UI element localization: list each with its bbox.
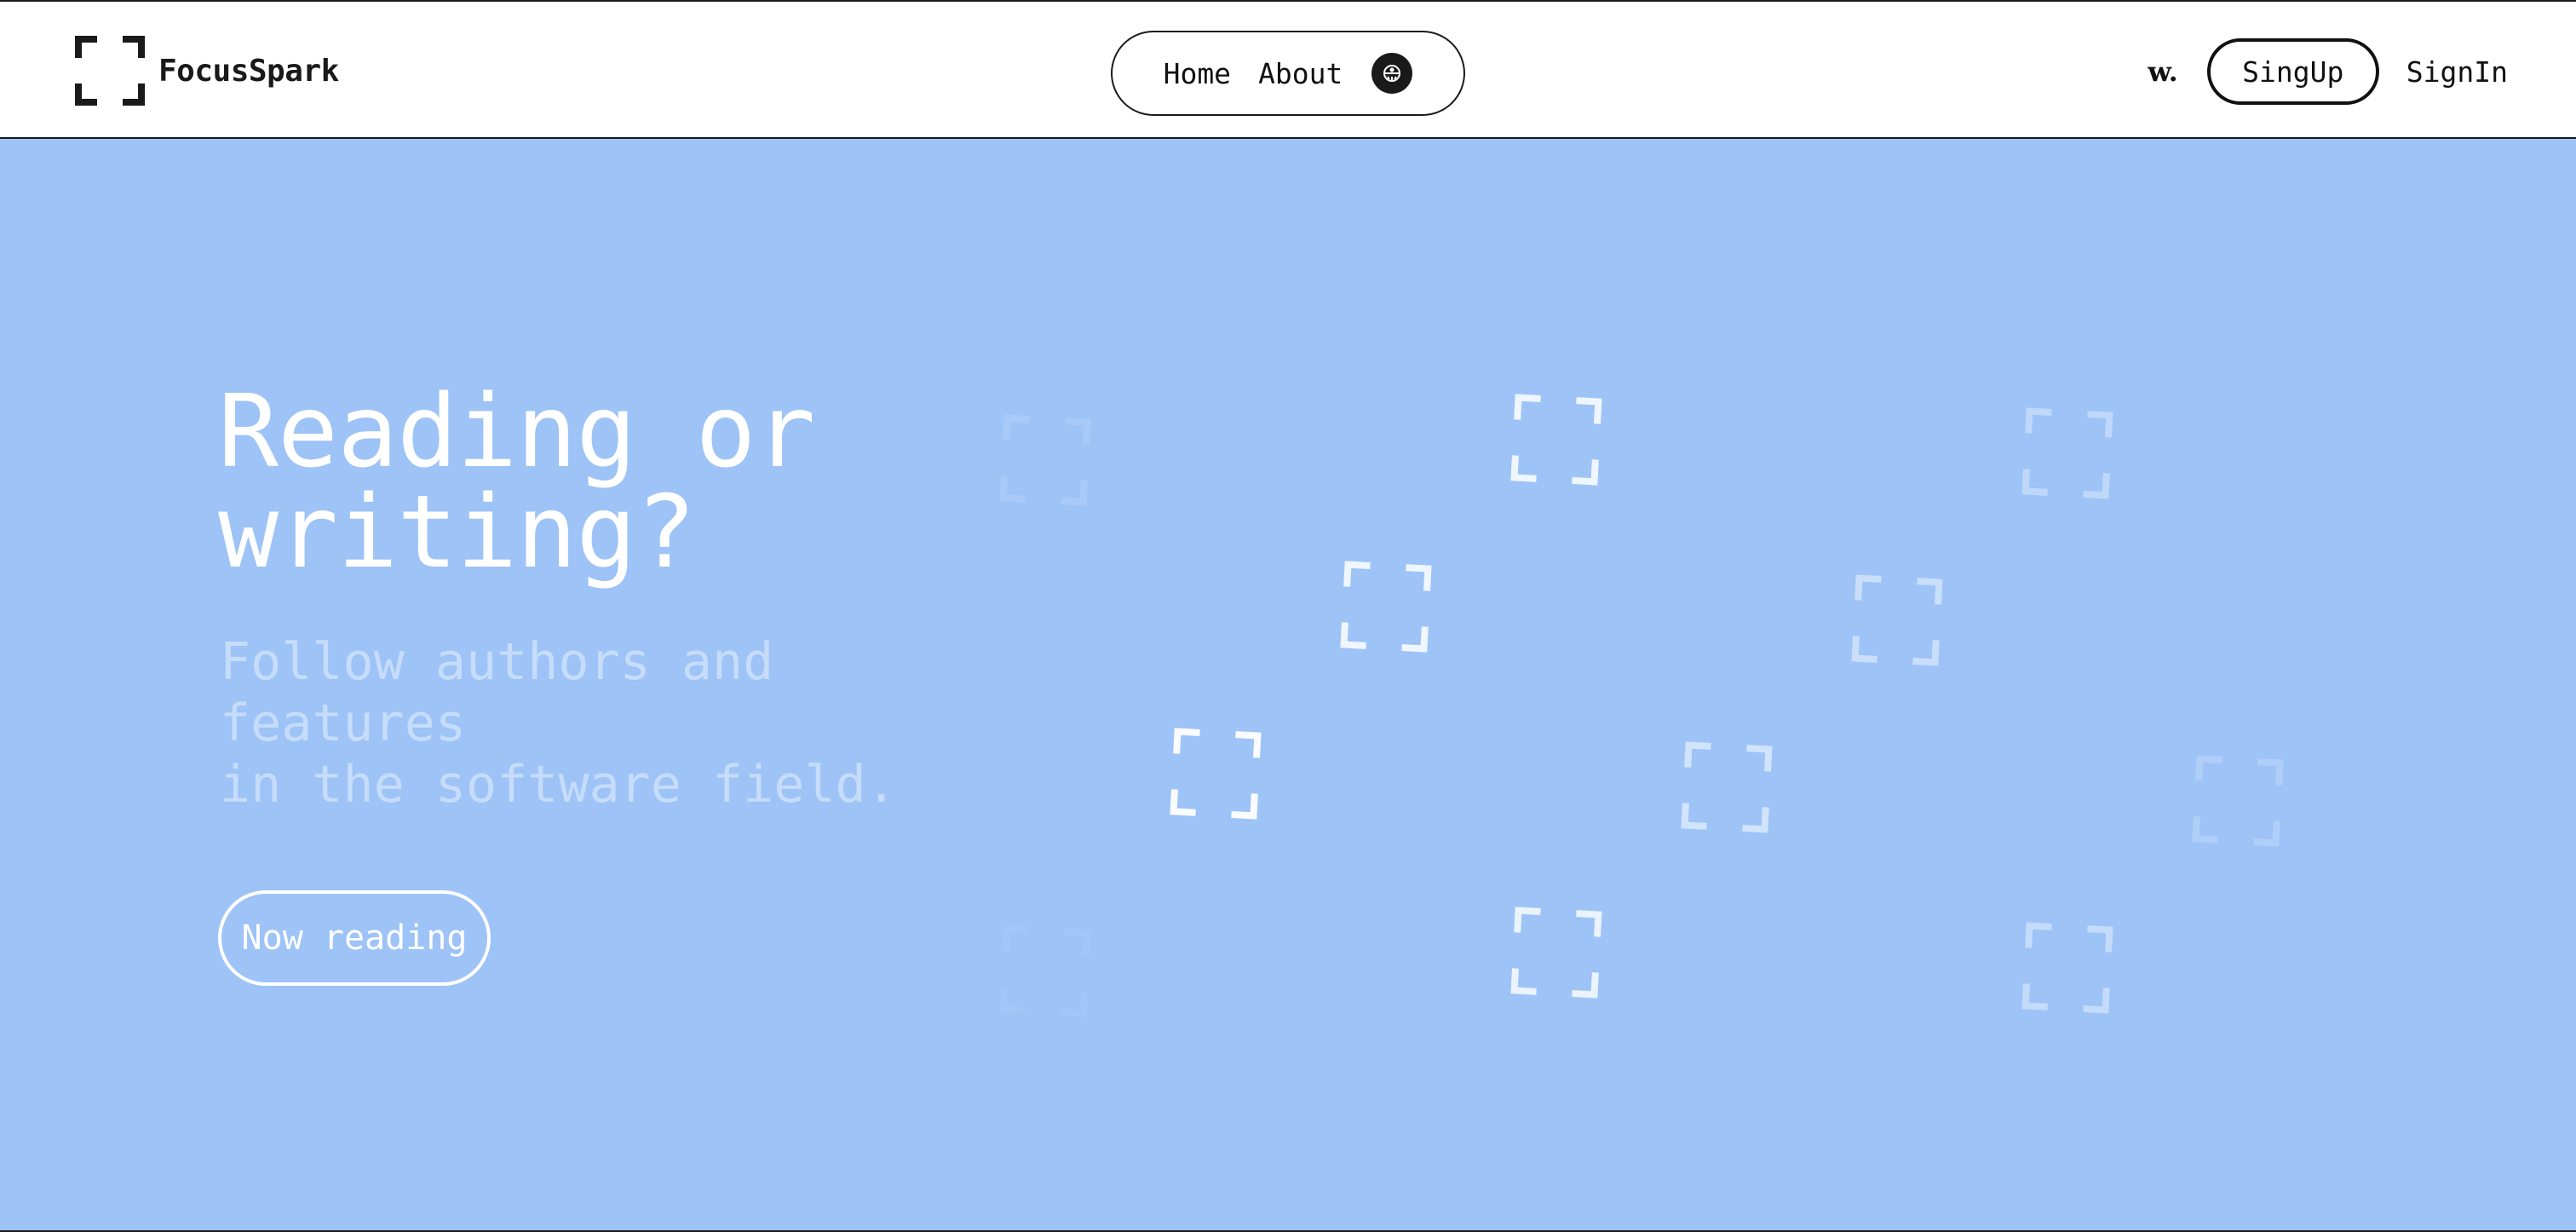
nav-about-link[interactable]: About [1258,57,1343,90]
signup-button[interactable]: SingUp [2206,38,2379,105]
nav-home-link[interactable]: Home [1164,57,1231,90]
sun-moon-icon[interactable] [1371,53,1413,94]
top-navigation-bar: FocusSpark Home About w. SingUp SignIn [0,0,2576,139]
hero-subtitle: Follow authors and features in the softw… [220,632,897,815]
hero-section: Reading or writing? Follow authors and f… [0,139,2576,1232]
focus-frame-icon [1509,393,1603,486]
focus-frame-icon [998,924,1092,1018]
brand[interactable]: FocusSpark [75,36,339,106]
hero-title: Reading or writing? [218,372,815,590]
w-logo[interactable]: w. [2148,55,2177,88]
focus-frame-icon [75,36,145,106]
focus-frame-icon [2021,921,2114,1015]
now-reading-button[interactable]: Now reading [218,890,491,986]
focus-frame-icon [1850,573,1944,667]
focus-frame-icon [1680,740,1774,834]
main-nav: Home About [1111,31,1465,116]
focus-frame-icon [1509,906,1603,999]
focus-frame-icon [998,413,1092,507]
account-nav: w. SingUp SignIn [2148,37,2508,106]
focus-frame-icon [2021,406,2114,500]
signin-link[interactable]: SignIn [2406,55,2508,89]
focus-frame-icon [2191,754,2285,848]
focus-frame-icon [1339,560,1433,653]
focus-frame-icon [1169,727,1262,820]
brand-name: FocusSpark [158,53,339,89]
